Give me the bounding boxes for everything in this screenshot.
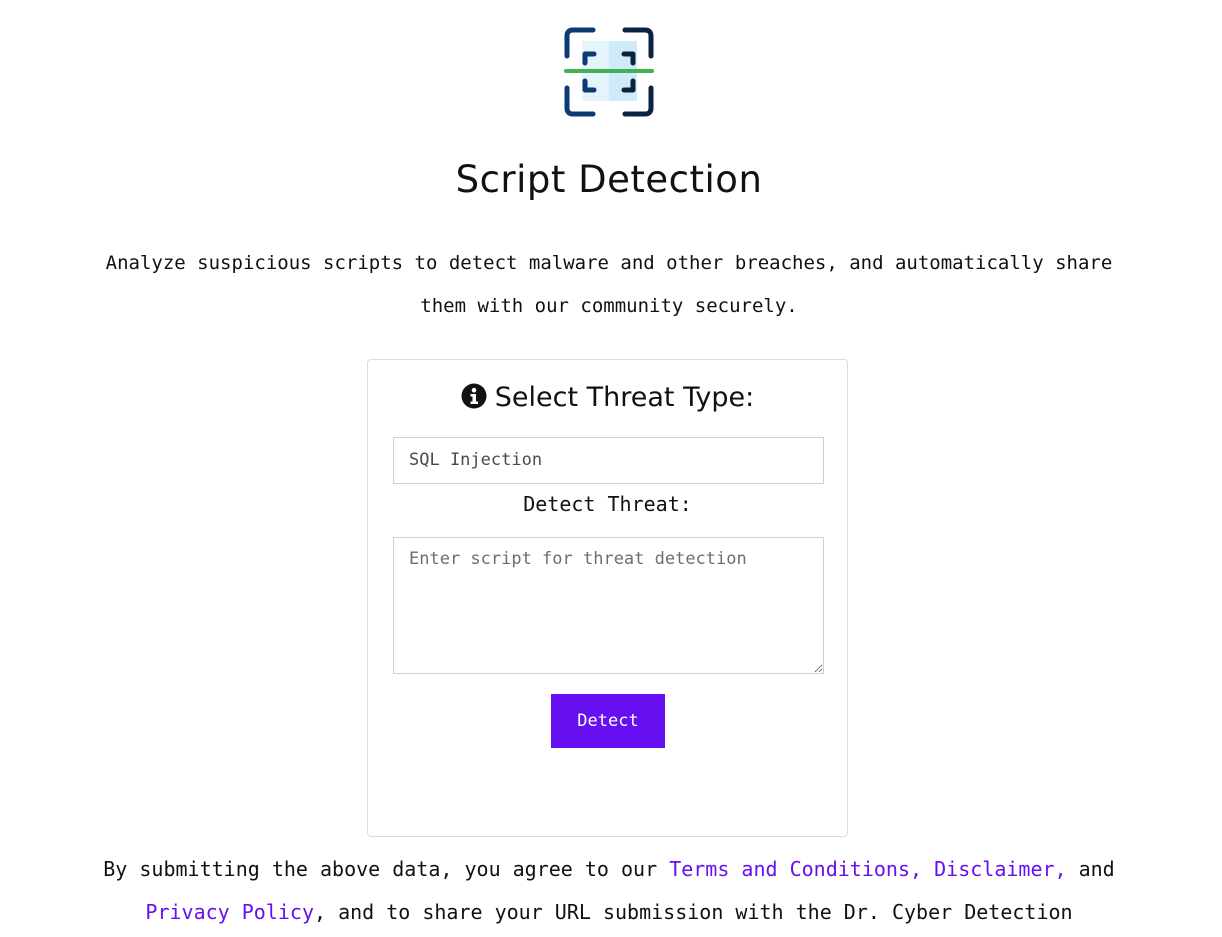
detect-threat-label: Detect Threat: [523, 492, 692, 516]
page: Script Detection Analyze suspicious scri… [0, 0, 1222, 937]
info-circle-icon [461, 383, 487, 409]
form-heading: Select Threat Type: [368, 382, 847, 413]
detection-form-card: Select Threat Type: SQL Injection Detect… [367, 359, 848, 837]
page-title: Script Detection [455, 158, 763, 201]
footer-text-before: By submitting the above data, you agree … [103, 857, 670, 881]
scan-frame-icon [564, 27, 654, 117]
footer-agreement: By submitting the above data, you agree … [100, 848, 1118, 937]
footer-text-and: and [1066, 857, 1115, 881]
terms-link[interactable]: Terms and Conditions, [669, 857, 922, 881]
form-heading-text: Select Threat Type: [494, 382, 755, 413]
script-input[interactable] [393, 537, 824, 674]
detect-button[interactable]: Detect [551, 694, 665, 748]
disclaimer-link[interactable]: Disclaimer, [934, 857, 1066, 881]
privacy-link[interactable]: Privacy Policy [145, 900, 314, 924]
footer-text-after: , and to share your URL submission with … [313, 900, 1073, 924]
threat-type-select[interactable]: SQL Injection [393, 437, 824, 484]
page-description: Analyze suspicious scripts to detect mal… [105, 252, 1113, 317]
